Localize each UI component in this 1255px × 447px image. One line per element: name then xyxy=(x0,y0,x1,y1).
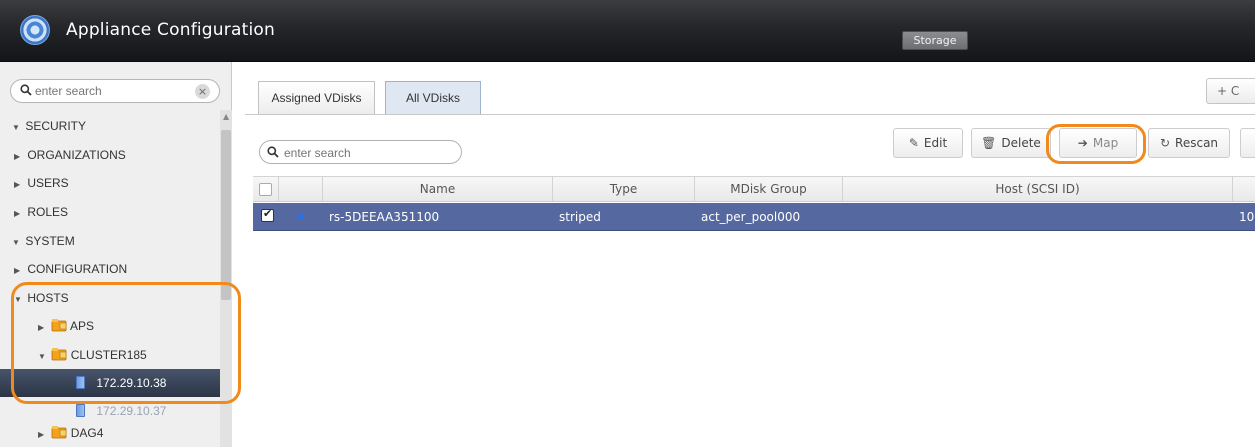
cell-host xyxy=(843,203,1233,230)
more-toolbar-button[interactable] xyxy=(1240,128,1255,158)
chevron-right-icon: ▶ xyxy=(14,209,21,218)
delete-button-label: Delete xyxy=(1001,136,1041,150)
sidebar-item-users[interactable]: ▶ USERS xyxy=(0,169,220,197)
column-header-extra[interactable] xyxy=(1233,177,1255,201)
chevron-right-icon: ▶ xyxy=(14,152,21,161)
status-column-header xyxy=(279,177,323,201)
column-header-type[interactable]: Type xyxy=(553,177,695,201)
sidebar-item-dag4[interactable]: ▶ DAG4 xyxy=(0,419,220,447)
sidebar-item-label: ORGANIZATIONS xyxy=(27,148,126,162)
chevron-right-icon: ▶ xyxy=(14,180,21,189)
scroll-up-icon[interactable]: ▲ xyxy=(223,112,229,121)
delete-button[interactable]: 🗑 Delete xyxy=(971,128,1051,158)
search-icon xyxy=(20,84,32,96)
table-row[interactable]: rs-5DEEAA351100 striped act_per_pool000 … xyxy=(253,203,1255,231)
row-checkbox[interactable] xyxy=(261,207,274,222)
tab-all-vdisks[interactable]: All VDisks xyxy=(385,81,481,115)
column-header-mdisk-group[interactable]: MDisk Group xyxy=(695,177,843,201)
tab-assigned-vdisks[interactable]: Assigned VDisks xyxy=(258,81,375,115)
table-header: Name Type MDisk Group Host (SCSI ID) xyxy=(253,176,1255,202)
chevron-down-icon: ▼ xyxy=(12,123,20,132)
sidebar-item-label: DAG4 xyxy=(70,426,104,440)
highlight-ring-hosts xyxy=(11,282,241,404)
column-header-host[interactable]: Host (SCSI ID) xyxy=(843,177,1233,201)
highlight-ring-map xyxy=(1046,124,1146,164)
sidebar-item-security[interactable]: ▼ SECURITY xyxy=(0,112,220,140)
edit-button[interactable]: ✎ Edit xyxy=(893,128,963,158)
host-icon xyxy=(76,404,85,417)
sidebar-item-configuration[interactable]: ▶ CONFIGURATION xyxy=(0,255,220,283)
sidebar-item-label: ROLES xyxy=(27,205,69,219)
tab-bar: Assigned VDisks All VDisks xyxy=(245,70,1255,116)
rescan-button[interactable]: ↻ Rescan xyxy=(1148,128,1230,158)
column-header-name[interactable]: Name xyxy=(323,177,553,201)
sidebar-item-label: SECURITY xyxy=(25,119,87,133)
cell-extra: 10. xyxy=(1239,210,1255,224)
sidebar-search[interactable]: × xyxy=(10,79,220,103)
clear-search-icon[interactable]: × xyxy=(195,84,210,99)
chevron-right-icon: ▶ xyxy=(38,430,45,439)
sidebar-item-organizations[interactable]: ▶ ORGANIZATIONS xyxy=(0,141,220,169)
sidebar-scrollbar-thumb[interactable] xyxy=(221,130,231,300)
main-search[interactable] xyxy=(259,140,462,164)
storage-button[interactable]: Storage xyxy=(902,31,968,50)
cell-type: striped xyxy=(559,210,601,224)
cell-name: rs-5DEEAA351100 xyxy=(329,210,440,224)
chevron-down-icon: ▼ xyxy=(12,238,20,247)
trash-icon: 🗑 xyxy=(981,136,997,150)
status-icon xyxy=(297,214,303,220)
app-header: Appliance Configuration Storage xyxy=(0,0,1255,62)
sidebar-item-label: SYSTEM xyxy=(25,234,75,248)
edit-button-label: Edit xyxy=(923,136,948,150)
host-group-icon xyxy=(51,426,67,439)
select-all-cell xyxy=(253,177,279,201)
sidebar-item-system[interactable]: ▼ SYSTEM xyxy=(0,227,220,255)
sidebar-item-label: 172.29.10.37 xyxy=(96,404,167,418)
app-title: Appliance Configuration xyxy=(66,20,275,40)
chevron-right-icon: ▶ xyxy=(14,266,21,275)
select-all-checkbox[interactable] xyxy=(259,183,272,196)
main-search-input[interactable] xyxy=(284,145,454,161)
cell-mdisk-group: act_per_pool000 xyxy=(701,210,801,224)
sidebar-item-label: USERS xyxy=(27,176,69,190)
search-icon xyxy=(267,146,279,158)
tab-divider xyxy=(245,114,1255,115)
pencil-icon: ✎ xyxy=(908,136,919,150)
create-button[interactable]: + C xyxy=(1206,78,1255,104)
rescan-button-label: Rescan xyxy=(1175,136,1219,150)
sidebar-item-label: CONFIGURATION xyxy=(27,262,128,276)
app-logo-icon xyxy=(20,15,50,45)
sidebar-search-input[interactable] xyxy=(35,83,185,99)
sidebar-item-roles[interactable]: ▶ ROLES xyxy=(0,198,220,226)
refresh-icon: ↻ xyxy=(1159,136,1171,150)
